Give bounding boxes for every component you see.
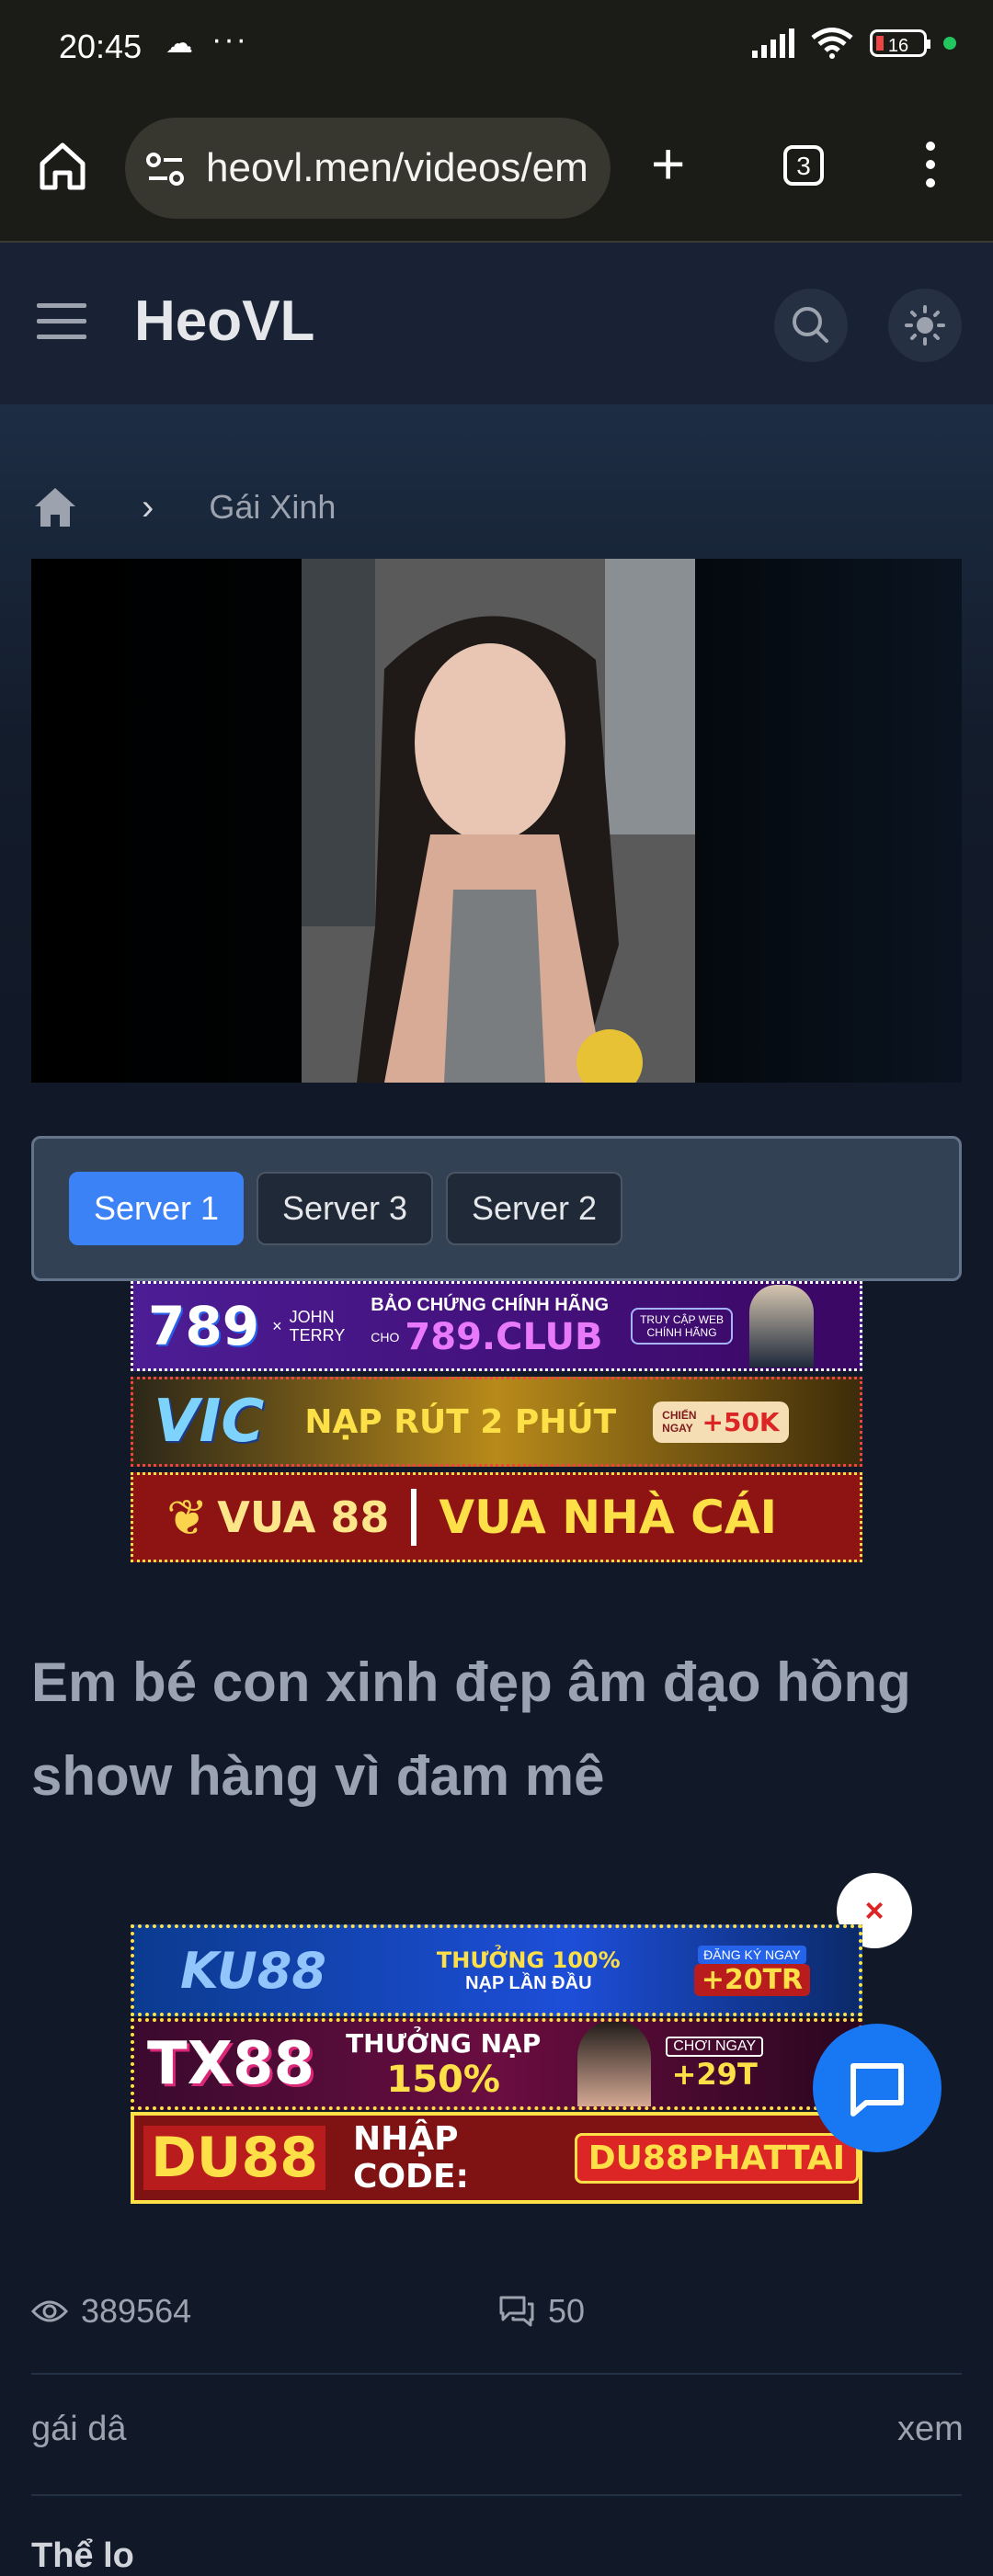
- privacy-indicator: [943, 37, 956, 50]
- site-logo[interactable]: HeoVL: [134, 289, 314, 354]
- eye-icon: [31, 2300, 68, 2322]
- home-icon[interactable]: [37, 140, 88, 191]
- new-tab-icon[interactable]: +: [651, 134, 685, 193]
- theme-toggle-button[interactable]: [888, 289, 962, 362]
- views-count: 389564: [81, 2292, 192, 2330]
- sun-icon: [905, 305, 945, 346]
- menu-icon[interactable]: [37, 303, 86, 350]
- breadcrumb: › Gái Xinh: [33, 480, 336, 535]
- site-settings-icon[interactable]: [145, 149, 186, 189]
- home-icon[interactable]: [33, 486, 77, 528]
- ad-banner-tx88[interactable]: TX88 THƯỞNG NẠP 150% CHƠI NGAY +29T: [131, 2018, 862, 2110]
- video-stats: 389564 50: [31, 2285, 962, 2375]
- ad-banner-ku88[interactable]: KU88 THƯỞNG 100% NẠP LẦN ĐẦU ĐĂNG KÝ NGA…: [131, 1924, 862, 2016]
- status-bar: 20:45 ☁ ··· 16: [0, 0, 993, 97]
- status-time: 20:45: [59, 28, 143, 65]
- tags-text[interactable]: gái dâ: [31, 2410, 127, 2449]
- search-button[interactable]: [774, 289, 848, 362]
- breadcrumb-category[interactable]: Gái Xinh: [209, 488, 336, 527]
- server-3-button[interactable]: Server 3: [257, 1172, 433, 1245]
- site-header: HeoVL: [0, 243, 993, 404]
- wifi-icon: [811, 28, 853, 59]
- chat-icon: [850, 2063, 904, 2116]
- category-section-label: Thể lo: [31, 2536, 134, 2575]
- ad-banner-du88[interactable]: DU88 NHẬP CODE: DU88PHATTAI: [131, 2112, 862, 2204]
- comments-icon: [499, 2296, 534, 2327]
- views-stat: 389564: [31, 2292, 191, 2331]
- chat-button[interactable]: [813, 2024, 942, 2152]
- server-1-button[interactable]: Server 1: [69, 1172, 244, 1245]
- ad-person-image: [749, 1285, 815, 1367]
- ad-banner-789club[interactable]: 789 × JOHN TERRY BẢO CHỨNG CHÍNH HÃNG CHO…: [131, 1281, 862, 1371]
- ad-banner-vic[interactable]: VIC NẠP RÚT 2 PHÚT CHIẾN NGAY +50K: [131, 1377, 862, 1467]
- video-player[interactable]: [31, 559, 962, 1083]
- video-title: Em bé con xinh đẹp âm đạo hồng show hàng…: [31, 1651, 911, 1807]
- divider: [31, 2494, 962, 2496]
- ad-model-image: [577, 2022, 652, 2106]
- tags-more-link[interactable]: xem: [897, 2410, 964, 2449]
- browser-menu-icon[interactable]: [919, 142, 942, 193]
- more-notifications-icon: ···: [211, 22, 248, 57]
- comments-stat: 50: [498, 2292, 585, 2331]
- url-text[interactable]: heovl.men/videos/em: [206, 145, 588, 191]
- video-frame[interactable]: [302, 559, 695, 1083]
- browser-toolbar: heovl.men/videos/em + 3: [0, 97, 993, 243]
- cloud-icon: ☁: [166, 28, 193, 59]
- signal-icon: [752, 28, 794, 58]
- server-selector: Server 1 Server 3 Server 2: [31, 1136, 962, 1281]
- dragon-logo-icon: ❦: [166, 1490, 209, 1546]
- tab-switcher-button[interactable]: 3: [783, 145, 824, 186]
- address-bar[interactable]: heovl.men/videos/em: [125, 118, 611, 219]
- comments-count: 50: [548, 2292, 586, 2330]
- search-icon: [793, 307, 828, 343]
- ad-banner-vua88[interactable]: ❦ VUA 88 VUA NHÀ CÁI: [131, 1472, 862, 1562]
- video-thumbnail: [302, 559, 695, 1083]
- battery-icon: 16: [870, 29, 930, 57]
- server-2-button[interactable]: Server 2: [446, 1172, 622, 1245]
- chevron-right-icon: ›: [142, 486, 154, 528]
